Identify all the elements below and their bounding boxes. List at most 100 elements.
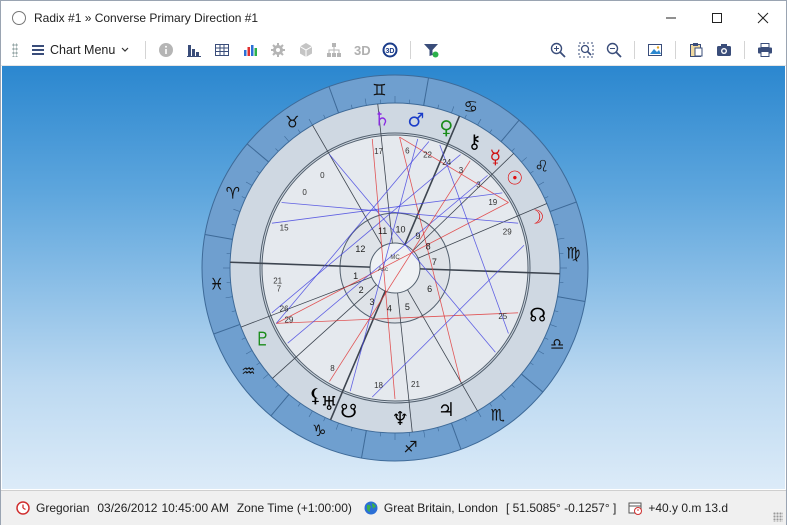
chart-canvas[interactable]: 1 2 3 4 5 6 7 8 9 10 11 12 Asc MC ♈ ♉ ♊ ♋ ♌ ♍ ♎ ♏ ♐ ♑ ♒ ♓ ♄ ♂ ♀ ⚷ ☿ ☉ ☽ ☊… bbox=[2, 66, 785, 489]
zodiac-sign-glyph: ♒ bbox=[241, 362, 255, 381]
3d-icon: 3D bbox=[354, 42, 371, 58]
asc-label: Asc bbox=[378, 267, 388, 273]
camera-icon bbox=[717, 44, 731, 56]
info-button[interactable] bbox=[155, 39, 177, 61]
chart-menu-button[interactable]: Chart Menu bbox=[32, 43, 129, 57]
bar-sort-icon bbox=[187, 45, 202, 57]
maximize-icon bbox=[712, 13, 722, 23]
zoom-out-icon bbox=[606, 42, 622, 58]
copy-button[interactable] bbox=[685, 39, 707, 61]
house-number: 9 bbox=[415, 231, 420, 241]
house-number: 6 bbox=[427, 284, 432, 294]
toolbar-separator bbox=[675, 41, 676, 59]
cube-icon bbox=[300, 43, 313, 57]
degree-label: 29 bbox=[284, 316, 293, 325]
minimize-icon bbox=[666, 17, 676, 19]
toolbar-separator bbox=[145, 41, 147, 59]
table-button[interactable] bbox=[211, 39, 233, 61]
calendar-type[interactable]: Gregorian bbox=[36, 501, 89, 515]
toolbar: Chart Menu 3D 3D bbox=[1, 35, 786, 66]
degree-label: 19 bbox=[488, 198, 497, 207]
planet-glyph: ☉ bbox=[506, 168, 523, 190]
degree-label: 21 bbox=[273, 276, 282, 285]
info-icon bbox=[159, 43, 174, 57]
toolbar-separator bbox=[410, 41, 412, 59]
hamburger-icon bbox=[32, 45, 44, 55]
degree-label: 29 bbox=[503, 228, 512, 237]
zodiac-sign-glyph: ♐ bbox=[403, 437, 417, 456]
house-number: 2 bbox=[359, 285, 364, 295]
cube-button[interactable] bbox=[295, 39, 317, 61]
zodiac-sign-glyph: ♊ bbox=[372, 81, 386, 100]
degree-label: 0 bbox=[302, 188, 307, 197]
settings-button[interactable] bbox=[267, 39, 289, 61]
app-window: Radix #1 » Converse Primary Direction #1… bbox=[0, 0, 787, 525]
close-icon bbox=[757, 12, 769, 24]
degree-label: 24 bbox=[442, 158, 451, 167]
3d-ring-button[interactable]: 3D bbox=[379, 39, 401, 61]
degree-label: 6 bbox=[405, 147, 410, 156]
zodiac-sign-glyph: ♉ bbox=[285, 112, 299, 131]
zodiac-sign-glyph: ♓ bbox=[210, 275, 224, 294]
progression-offset[interactable]: +40.y 0.m 13.d bbox=[648, 501, 728, 515]
zodiac-sign-glyph: ♋ bbox=[463, 97, 477, 116]
title-bar: Radix #1 » Converse Primary Direction #1 bbox=[1, 1, 786, 35]
degree-label: 3 bbox=[476, 181, 481, 190]
toolbar-separator bbox=[634, 41, 635, 59]
chart-date[interactable]: 03/26/2012 bbox=[97, 501, 157, 515]
sort-bars-button[interactable] bbox=[183, 39, 205, 61]
degree-label: 22 bbox=[423, 151, 432, 160]
location-name[interactable]: Great Britain, London bbox=[384, 501, 498, 515]
close-button[interactable] bbox=[740, 1, 786, 35]
time-zone[interactable]: Zone Time (+1:00:00) bbox=[237, 501, 352, 515]
house-number: 11 bbox=[378, 226, 387, 236]
filter-button[interactable] bbox=[420, 39, 442, 61]
print-button[interactable] bbox=[754, 39, 776, 61]
planet-glyph: ⚷ bbox=[468, 131, 482, 153]
house-number: 12 bbox=[355, 244, 365, 254]
export-image-button[interactable] bbox=[644, 39, 666, 61]
planet-glyph: ♄ bbox=[373, 109, 390, 131]
3d-ring-icon: 3D bbox=[382, 42, 398, 58]
chart-menu-label: Chart Menu bbox=[50, 43, 116, 57]
mc-label: MC bbox=[390, 255, 400, 261]
planet-glyph: ♇ bbox=[254, 328, 271, 350]
chevron-down-icon bbox=[121, 47, 129, 52]
degree-label: 8 bbox=[330, 364, 335, 373]
zoom-in-button[interactable] bbox=[547, 39, 569, 61]
window-title: Radix #1 » Converse Primary Direction #1 bbox=[34, 11, 259, 25]
resize-grip[interactable] bbox=[773, 512, 783, 522]
maximize-button[interactable] bbox=[694, 1, 740, 35]
hierarchy-button[interactable] bbox=[323, 39, 345, 61]
house-number: 3 bbox=[370, 297, 375, 307]
bar-chart-button[interactable] bbox=[239, 39, 261, 61]
zoom-in-icon bbox=[550, 42, 566, 58]
planet-glyph: ☿ bbox=[490, 147, 502, 169]
gear-icon bbox=[271, 43, 286, 57]
zodiac-sign-glyph: ♌ bbox=[534, 156, 548, 175]
chart-time[interactable]: 10:45:00 AM bbox=[161, 501, 228, 515]
globe-icon bbox=[364, 501, 378, 515]
image-icon bbox=[648, 44, 662, 56]
location-coords[interactable]: [ 51.5085° -0.1257° ] bbox=[506, 501, 616, 515]
zoom-out-button[interactable] bbox=[603, 39, 625, 61]
toolbar-grip[interactable] bbox=[12, 43, 18, 57]
app-icon bbox=[12, 11, 26, 25]
house-number: 4 bbox=[387, 304, 392, 314]
radix-wheel[interactable]: 1234 56789101112AscMC♈♉♊♋♌♍♎♏♐♑♒♓♄ ♂ ♀⚷☿☉☽☊… bbox=[2, 66, 785, 489]
zodiac-sign-glyph: ♍ bbox=[566, 243, 580, 262]
degree-label: 26 bbox=[280, 304, 289, 313]
filter-icon bbox=[424, 44, 439, 58]
minimize-button[interactable] bbox=[648, 1, 694, 35]
zoom-fit-button[interactable] bbox=[575, 39, 597, 61]
3d-button[interactable]: 3D bbox=[351, 39, 373, 61]
hierarchy-icon bbox=[327, 43, 342, 57]
zodiac-sign-glyph: ♈ bbox=[226, 183, 240, 202]
degree-label: 17 bbox=[374, 147, 383, 156]
clipboard-icon bbox=[690, 43, 703, 57]
planet-glyph: ♅ bbox=[321, 393, 338, 415]
screenshot-button[interactable] bbox=[713, 39, 735, 61]
degree-label: 7 bbox=[277, 284, 282, 293]
planet-glyph: ♆ bbox=[392, 408, 409, 430]
print-icon bbox=[758, 43, 772, 57]
